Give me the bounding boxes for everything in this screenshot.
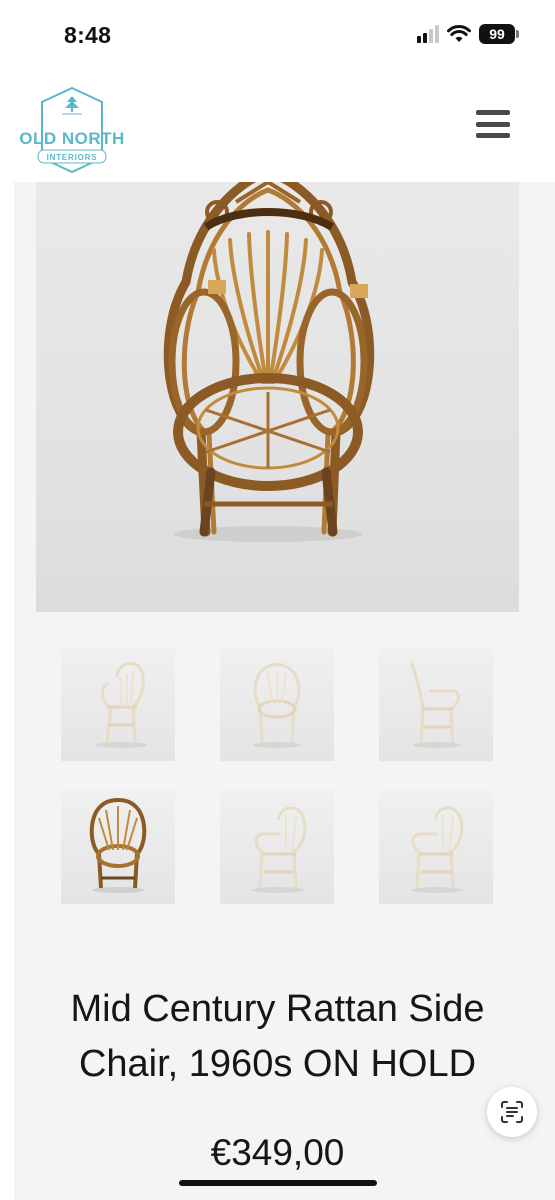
site-header: OLD NORTH INTERIORS	[0, 72, 555, 182]
logo-mark: OLD NORTH INTERIORS	[19, 86, 125, 174]
wifi-icon	[447, 25, 471, 42]
thumbnail-1[interactable]	[61, 647, 175, 761]
status-icons: 99	[417, 24, 519, 44]
chair-angle-view-white-icon	[252, 806, 307, 893]
text-scan-icon	[501, 1101, 523, 1123]
product-title: Mid Century Rattan Side Chair, 1960s ON …	[14, 982, 541, 1092]
chair-front-view-white-icon	[253, 663, 301, 748]
product-main-image[interactable]	[36, 182, 519, 612]
product-title-line-2: Chair, 1960s ON HOLD	[78, 1043, 477, 1085]
thumbnail-6[interactable]	[379, 790, 493, 904]
status-time: 8:48	[64, 22, 112, 48]
product-price: €349,00	[210, 1132, 345, 1173]
text-scan-button[interactable]	[487, 1087, 537, 1137]
thumbnail-4[interactable]	[61, 790, 175, 904]
logo-text-main: OLD NORTH	[19, 129, 125, 148]
chair-angle-view-white-2-icon	[411, 806, 464, 893]
product-title-line-1: Mid Century Rattan Side	[70, 988, 485, 1030]
thumbnail-2[interactable]	[220, 647, 334, 761]
product-page: Mid Century Rattan Side Chair, 1960s ON …	[14, 182, 555, 1200]
home-indicator[interactable]	[179, 1180, 377, 1186]
battery-icon: 99	[479, 24, 519, 44]
chair-side-view-white-icon	[95, 661, 147, 748]
chair-front-view-natural-icon	[89, 798, 147, 893]
rattan-chair-illustration	[163, 182, 375, 542]
thumbnail-5[interactable]	[220, 790, 334, 904]
chair-profile-view-white-icon	[409, 662, 461, 748]
status-bar: 8:48 99	[0, 0, 555, 72]
hamburger-menu-icon[interactable]	[476, 110, 510, 138]
old-north-logo[interactable]: OLD NORTH INTERIORS	[10, 82, 134, 178]
thumbnail-3[interactable]	[379, 647, 493, 761]
signal-icon	[417, 25, 439, 43]
logo-text-sub: INTERIORS	[47, 153, 98, 162]
